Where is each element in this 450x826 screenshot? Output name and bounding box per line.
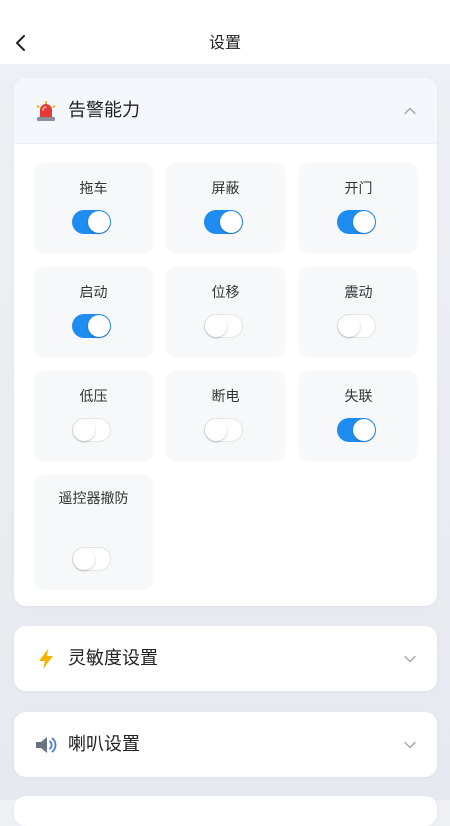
alarm-tile-label: 开门 [344, 181, 373, 197]
sensitivity-settings-header[interactable]: 灵敏度设置 [14, 626, 437, 691]
alarm-capability-header[interactable]: 告警能力 [14, 78, 437, 144]
top-bar: 设置 [0, 0, 450, 64]
displacement-alarm-toggle[interactable] [204, 314, 243, 338]
sensitivity-settings-card[interactable]: 灵敏度设置 [14, 626, 437, 691]
alarm-tile-label: 震动 [344, 285, 373, 301]
chevron-down-icon [404, 741, 416, 749]
speaker-settings-header[interactable]: 喇叭设置 [14, 712, 437, 777]
alarm-tile-lost-connection: 失联 [299, 371, 418, 461]
alarm-tile-power-off: 断电 [166, 371, 285, 461]
alarm-tile-shield: 屏蔽 [166, 163, 285, 253]
siren-icon [34, 99, 58, 123]
alarm-tile-label: 断电 [211, 389, 240, 405]
lost-connection-alarm-toggle[interactable] [337, 418, 376, 442]
alarm-tile-label: 低压 [79, 389, 108, 405]
shield-alarm-toggle[interactable] [204, 210, 243, 234]
speaker-icon [34, 733, 58, 757]
start-alarm-toggle[interactable] [72, 314, 111, 338]
alarm-tile-door: 开门 [299, 163, 418, 253]
alarm-capability-card: 告警能力 拖车 屏蔽 开门 启动 位移 震动 低压 断电 失联 遥控器撤防 [14, 78, 437, 606]
alarm-tile-low-voltage: 低压 [34, 371, 153, 461]
power-off-alarm-toggle[interactable] [204, 418, 243, 442]
alarm-tile-label: 启动 [79, 285, 108, 301]
page-title: 设置 [208, 33, 241, 52]
speaker-settings-title: 喇叭设置 [68, 734, 140, 755]
alarm-tile-label: 遥控器撤防 [58, 491, 129, 507]
alarm-tile-label: 位移 [211, 285, 240, 301]
alarm-tile-label: 屏蔽 [211, 181, 240, 197]
alarm-tile-remote-disarm: 遥控器撤防 [34, 475, 153, 590]
chevron-down-icon [404, 655, 416, 663]
alarm-tile-label: 拖车 [79, 181, 108, 197]
sensitivity-settings-title: 灵敏度设置 [68, 648, 158, 669]
speaker-settings-card[interactable]: 喇叭设置 [14, 712, 437, 777]
door-alarm-toggle[interactable] [337, 210, 376, 234]
chevron-up-icon [404, 107, 416, 115]
alarm-tile-displacement: 位移 [166, 267, 285, 357]
alarm-tile-start: 启动 [34, 267, 153, 357]
lightning-icon [34, 647, 58, 671]
alarm-tile-tow: 拖车 [34, 163, 153, 253]
low-voltage-alarm-toggle[interactable] [72, 418, 111, 442]
tow-alarm-toggle[interactable] [72, 210, 111, 234]
alarm-tile-label: 失联 [344, 389, 373, 405]
alarm-capability-title: 告警能力 [68, 100, 140, 121]
remote-disarm-alarm-toggle[interactable] [72, 547, 111, 571]
vibration-alarm-toggle[interactable] [337, 314, 376, 338]
next-settings-card[interactable] [14, 796, 437, 826]
alarm-tile-vibration: 震动 [299, 267, 418, 357]
